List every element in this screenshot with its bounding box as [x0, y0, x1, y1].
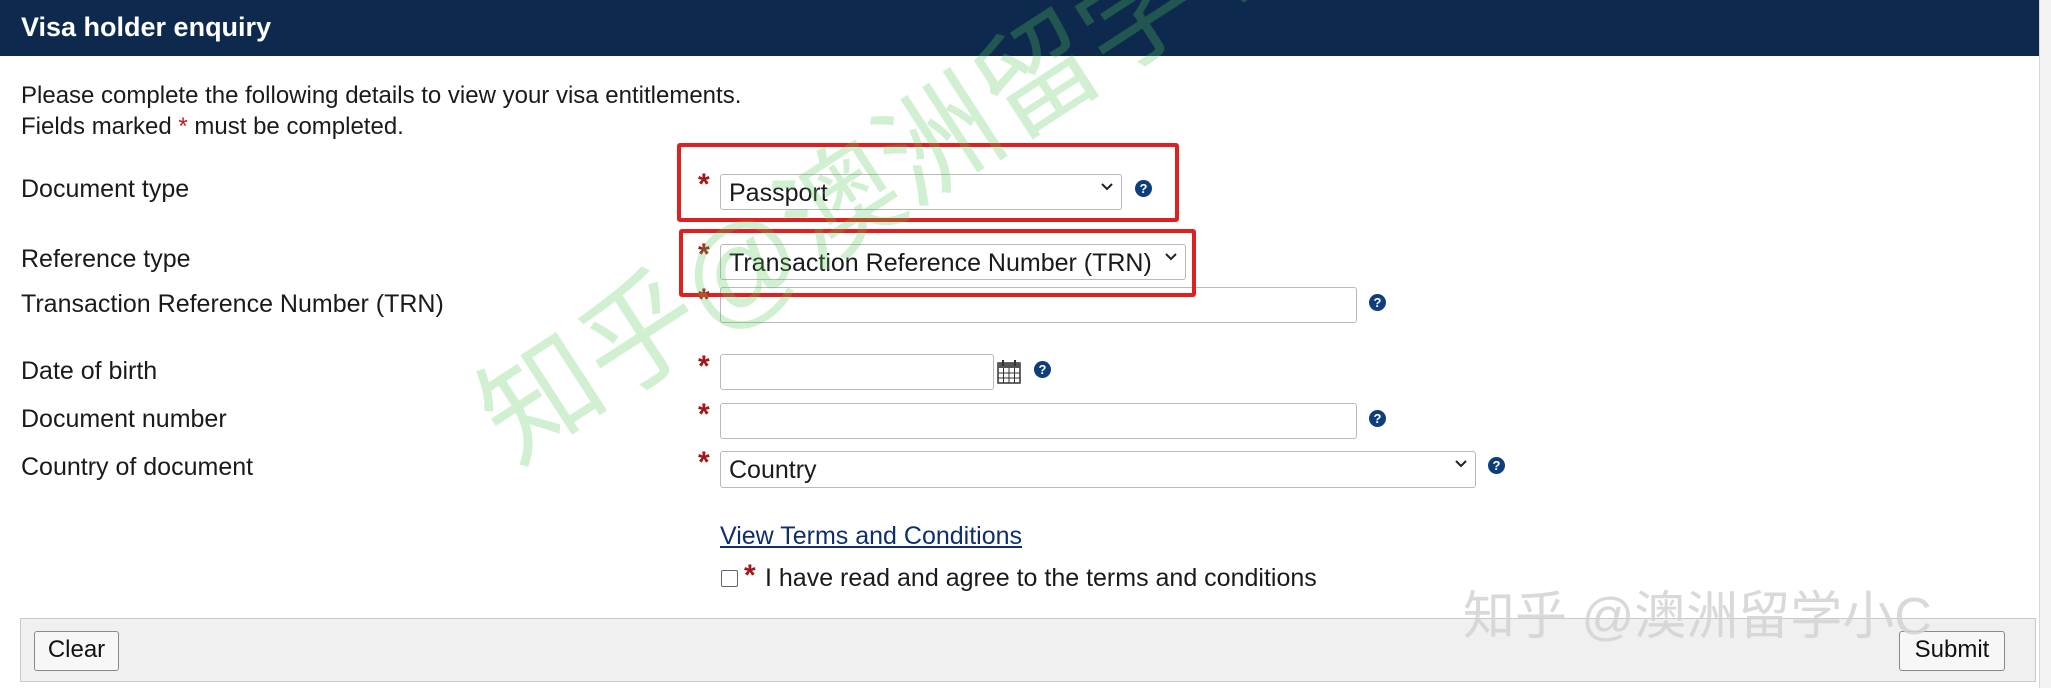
document-number-input[interactable] — [720, 403, 1357, 439]
date-of-birth-label: Date of birth — [21, 357, 158, 385]
intro-text: Please complete the following details to… — [21, 82, 742, 109]
help-icon[interactable]: ? — [1369, 410, 1386, 427]
clear-button[interactable]: Clear — [34, 631, 119, 671]
page-title: Visa holder enquiry — [21, 12, 272, 42]
chevron-down-icon — [1455, 460, 1467, 468]
help-icon[interactable]: ? — [1034, 361, 1051, 378]
required-note: Fields marked * must be completed. — [21, 113, 404, 141]
required-marker: * — [178, 113, 188, 140]
reference-type-label: Reference type — [21, 245, 191, 273]
page-header: Visa holder enquiry — [0, 0, 2040, 56]
required-note-suffix: must be completed. — [187, 113, 404, 140]
required-note-prefix: Fields marked — [21, 113, 179, 140]
country-label: Country of document — [21, 453, 254, 481]
terms-checkbox[interactable] — [721, 570, 738, 587]
trn-label: Transaction Reference Number (TRN) — [21, 290, 444, 318]
required-star: * — [744, 559, 756, 592]
help-icon[interactable]: ? — [1369, 294, 1386, 311]
calendar-icon[interactable] — [996, 358, 1022, 386]
document-number-label: Document number — [21, 405, 227, 433]
country-value: Country — [729, 456, 817, 484]
submit-button[interactable]: Submit — [1899, 631, 2005, 671]
scrollbar[interactable] — [2039, 0, 2051, 688]
highlight-box-reference-type — [679, 229, 1196, 297]
help-icon[interactable]: ? — [1488, 457, 1505, 474]
document-type-label: Document type — [21, 175, 190, 203]
highlight-box-document-type — [677, 143, 1179, 222]
country-select[interactable]: Country — [720, 451, 1476, 488]
date-of-birth-input[interactable] — [720, 354, 994, 390]
required-star: * — [698, 446, 710, 479]
required-star: * — [698, 350, 710, 383]
form-footer: Clear Submit — [20, 618, 2036, 682]
terms-link[interactable]: View Terms and Conditions — [720, 522, 1022, 551]
terms-checkbox-label: I have read and agree to the terms and c… — [765, 564, 1317, 592]
visa-enquiry-page: Visa holder enquiry Please complete the … — [0, 0, 2051, 688]
required-star: * — [698, 398, 710, 431]
